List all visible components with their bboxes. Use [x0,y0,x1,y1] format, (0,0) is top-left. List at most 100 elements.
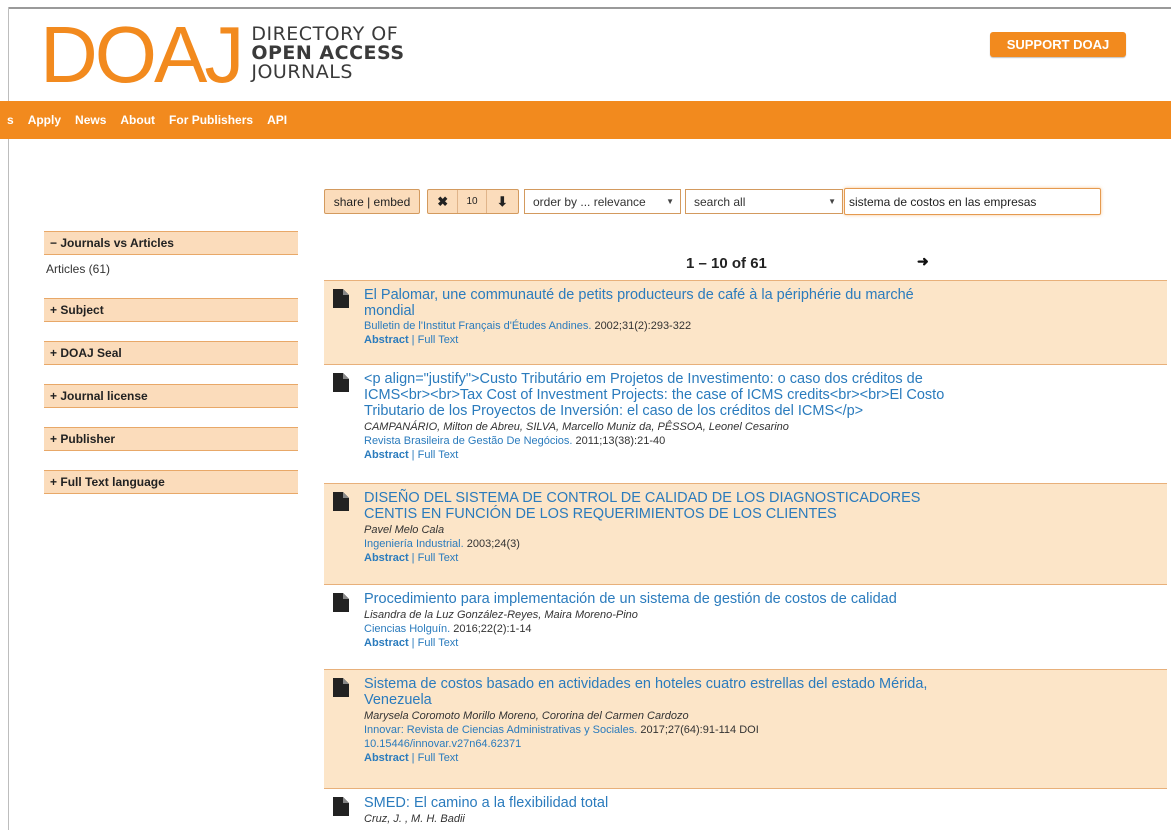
full-text-link[interactable]: Full Text [418,449,459,461]
result-links: Abstract | Full Text [364,449,459,461]
abstract-link[interactable]: Abstract [364,334,409,346]
facet-label: Publisher [60,432,116,446]
result-item: DISEÑO DEL SISTEMA DE CONTROL DE CALIDAD… [324,483,1167,584]
abstract-link[interactable]: Abstract [364,637,409,649]
search-field-select[interactable]: search all ▼ [685,189,843,214]
result-item: Procedimiento para implementación de un … [324,584,1167,669]
nav-item-for-publishers[interactable]: For Publishers [169,113,253,127]
nav-item-api[interactable]: API [267,113,287,127]
result-citation: Innovar: Revista de Ciencias Administrat… [364,723,964,737]
citation-text: 2002;31(2):293-322 [591,320,692,332]
full-text-link[interactable]: Full Text [418,752,459,764]
facet-journals-vs-articles[interactable]: − Journals vs Articles [44,231,298,255]
result-authors: Pavel Melo Cala [364,524,445,536]
logo-line-3: JOURNALS [251,61,353,83]
result-authors: Cruz, J. , M. H. Badii [364,813,465,825]
result-item: SMED: El camino a la flexibilidad total … [324,788,1167,830]
journal-link[interactable]: Bulletin de l'Institut Français d'Études… [364,320,591,332]
abstract-link[interactable]: Abstract [364,552,409,564]
result-links: Abstract | Full Text [364,752,459,764]
citation-text: 2016;22(2):1-14 [450,623,532,635]
result-title[interactable]: <p align="justify">Custo Tributário em P… [364,371,964,419]
full-text-link[interactable]: Full Text [418,637,459,649]
doi-link[interactable]: 10.15446/innovar.v27n64.62371 [364,737,964,751]
facet-full-text-language[interactable]: + Full Text language [44,470,298,494]
result-title[interactable]: SMED: El camino a la flexibilidad total [364,795,964,811]
result-item: Sistema de costos basado en actividades … [324,669,1167,788]
result-authors: Lisandra de la Luz González-Reyes, Maira… [364,609,638,621]
results-range: 1 – 10 of 61 [686,255,767,272]
document-icon [333,797,349,816]
facet-journal-license[interactable]: + Journal license [44,384,298,408]
clear-search-icon[interactable]: ✖ [428,190,459,213]
result-authors: CAMPANÁRIO, Milton de Abreu, SILVA, Marc… [364,421,789,433]
result-authors: Marysela Coromoto Morillo Moreno, Corori… [364,710,689,722]
nav-item-about[interactable]: About [120,113,155,127]
plus-icon: + [50,346,58,360]
next-page-arrow-icon[interactable]: ➜ [917,253,929,270]
facet-label: DOAJ Seal [60,346,122,360]
plus-icon: + [50,432,58,446]
result-controls: ✖ 10 ⬇ [427,189,519,214]
full-text-link[interactable]: Full Text [418,552,459,564]
citation-text: 2011;13(38):21-40 [572,435,666,447]
nav-item-news[interactable]: News [75,113,106,127]
facet-subject[interactable]: + Subject [44,298,298,322]
logo-mark: DOAJ [40,10,244,99]
result-citation: Ingeniería Industrial. 2003;24(3) [364,537,949,551]
chevron-down-icon: ▼ [828,197,836,206]
share-embed-button[interactable]: share | embed [324,189,420,214]
result-title[interactable]: DISEÑO DEL SISTEMA DE CONTROL DE CALIDAD… [364,490,949,522]
result-links: Abstract | Full Text [364,334,459,346]
result-title[interactable]: Sistema de costos basado en actividades … [364,676,964,708]
citation-text: 2017;27(64):91-114 DOI [637,724,759,736]
abstract-link[interactable]: Abstract [364,752,409,764]
full-text-link[interactable]: Full Text [418,334,459,346]
plus-icon: + [50,389,58,403]
journal-link[interactable]: Innovar: Revista de Ciencias Administrat… [364,724,637,736]
search-input[interactable] [844,188,1101,215]
facet-publisher[interactable]: + Publisher [44,427,298,451]
citation-text: 2003;24(3) [463,538,520,550]
plus-icon: + [50,475,58,489]
order-by-value: order by ... relevance [533,195,646,209]
search-field-value: search all [694,195,746,209]
result-citation: Bulletin de l'Institut Français d'Études… [364,319,964,333]
minus-icon: − [50,236,58,250]
result-item: <p align="justify">Custo Tributário em P… [324,364,1167,483]
abstract-link[interactable]: Abstract [364,449,409,461]
logo-wordmark: DIRECTORY OF OPEN ACCESS JOURNALS [251,25,404,82]
main-nav: s Apply News About For Publishers API [0,101,1171,139]
result-citation: Ciencias Holguín. 2016;22(2):1-14 [364,622,964,636]
nav-item-apply[interactable]: Apply [28,113,61,127]
support-doaj-button[interactable]: SUPPORT DOAJ [990,32,1126,57]
document-icon [333,373,349,392]
document-icon [333,678,349,697]
facet-label: Journal license [60,389,148,403]
page-size-button[interactable]: 10 [458,190,487,213]
result-links: Abstract | Full Text [364,552,459,564]
nav-item-cut-off[interactable]: s [7,113,14,127]
plus-icon: + [50,303,58,317]
facet-label: Subject [60,303,104,317]
result-citation: Revista Brasileira de Gestão De Negócios… [364,434,964,448]
order-by-select[interactable]: order by ... relevance ▼ [524,189,681,214]
journal-link[interactable]: Ciencias Holguín. [364,623,450,635]
journal-link[interactable]: Ingeniería Industrial. [364,538,464,550]
journal-link[interactable]: Revista Brasileira de Gestão De Negócios… [364,435,572,447]
result-item: El Palomar, une communauté de petits pro… [324,280,1167,364]
result-links: Abstract | Full Text [364,637,459,649]
facet-doaj-seal[interactable]: + DOAJ Seal [44,341,298,365]
document-icon [333,593,349,612]
result-title[interactable]: El Palomar, une communauté de petits pro… [364,287,964,319]
facet-label: Journals vs Articles [60,236,174,250]
document-icon [333,492,349,511]
sort-direction-icon[interactable]: ⬇ [487,190,518,213]
window-top-border [8,7,1171,9]
facet-value-articles[interactable]: Articles (61) [46,262,110,276]
result-title[interactable]: Procedimiento para implementación de un … [364,591,964,607]
facet-label: Full Text language [60,475,165,489]
chevron-down-icon: ▼ [666,197,674,206]
doaj-logo[interactable]: DOAJ DIRECTORY OF OPEN ACCESS JOURNALS [40,10,405,99]
document-icon [333,289,349,308]
